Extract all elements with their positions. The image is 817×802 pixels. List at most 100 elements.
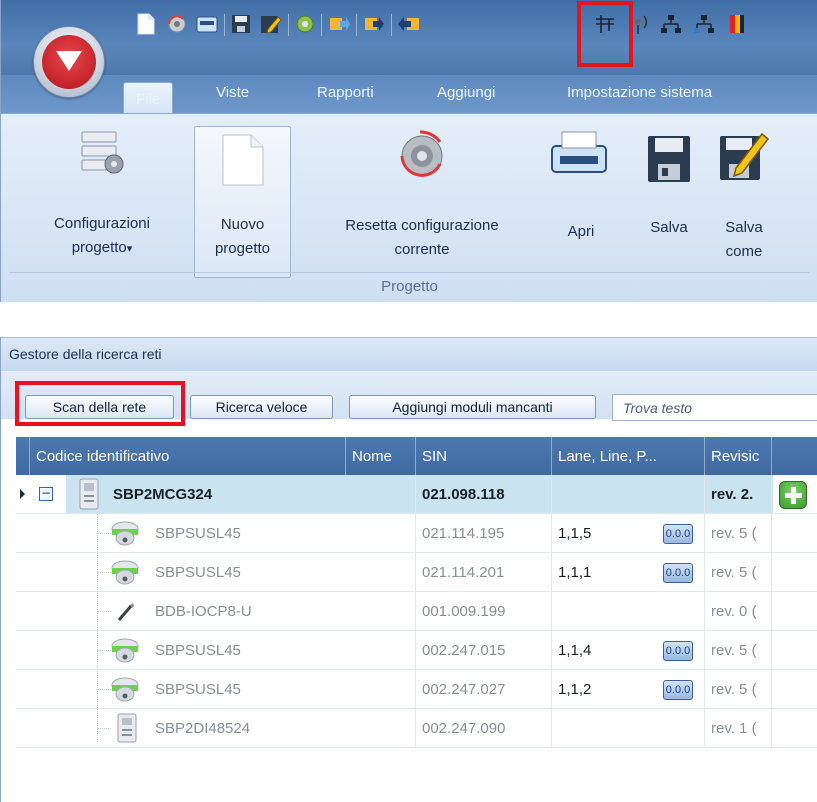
save-as-button[interactable]: Salva come bbox=[714, 128, 774, 278]
save-label: Salva bbox=[650, 219, 688, 236]
settings-icon[interactable] bbox=[293, 12, 317, 36]
add-icon[interactable] bbox=[779, 481, 807, 509]
row-revision: rev. 5 ( bbox=[705, 631, 772, 669]
save-icon[interactable] bbox=[229, 12, 253, 36]
save-icon bbox=[648, 136, 690, 182]
occupancy-sensor-icon bbox=[111, 521, 139, 546]
tab-aggiungi[interactable]: Aggiungi bbox=[437, 84, 495, 101]
row-lane bbox=[552, 709, 705, 747]
address-badge[interactable]: 0.0.0 bbox=[663, 641, 693, 661]
row-code: BDB-IOCP8-U bbox=[155, 602, 252, 620]
reset-config-button[interactable]: Resetta configurazione corrente bbox=[307, 128, 537, 278]
chevron-down-icon: ▾ bbox=[126, 243, 133, 255]
row-sin: 002.247.090 bbox=[416, 709, 552, 747]
open-icon bbox=[551, 131, 607, 173]
column-header-lane[interactable]: Lane, Line, P... bbox=[552, 437, 705, 475]
address-badge[interactable]: 0.0.0 bbox=[663, 563, 693, 583]
row-name bbox=[346, 475, 416, 513]
add-missing-modules-button[interactable]: Aggiungi moduli mancanti bbox=[349, 395, 596, 419]
address-badge[interactable]: 0.0.0 bbox=[663, 680, 693, 700]
row-revision: rev. 5 ( bbox=[705, 553, 772, 591]
quick-access-toolbar bbox=[1, 0, 817, 75]
save-as-label-1: Salva bbox=[725, 219, 763, 236]
row-name bbox=[346, 553, 416, 591]
table-row[interactable]: SBPSUSL45 021.114.195 1,1,5 0.0.0 rev. 5… bbox=[16, 514, 817, 553]
ribbon-group-label: Progetto bbox=[381, 278, 438, 295]
row-sin: 002.247.027 bbox=[416, 670, 552, 708]
quick-search-button[interactable]: Ricerca veloce bbox=[190, 395, 333, 419]
collapse-icon[interactable]: − bbox=[39, 487, 53, 501]
logo-icon bbox=[56, 51, 82, 71]
topology-icon[interactable] bbox=[659, 12, 683, 36]
column-header-revision[interactable]: Revisic bbox=[705, 437, 772, 475]
row-code: SBP2MCG324 bbox=[113, 485, 213, 503]
row-revision: rev. 2. bbox=[705, 475, 772, 513]
project-config-label-1: Configurazioni bbox=[54, 215, 150, 232]
reset-config-icon bbox=[400, 130, 443, 177]
search-input[interactable]: Trova testo bbox=[612, 394, 817, 421]
new-document-icon[interactable] bbox=[134, 12, 158, 36]
import-export-icon[interactable] bbox=[397, 12, 421, 36]
project-config-button[interactable]: Configurazioni progetto▾ bbox=[31, 128, 173, 278]
tab-impostazione-sistema[interactable]: Impostazione sistema bbox=[567, 84, 712, 101]
project-config-label-2: progetto bbox=[71, 239, 127, 256]
open-icon[interactable] bbox=[195, 12, 219, 36]
row-sin: 021.114.195 bbox=[416, 514, 552, 552]
save-button[interactable]: Salva bbox=[639, 128, 699, 278]
reset-config-label-1: Resetta configurazione bbox=[345, 217, 499, 234]
row-code: SBPSUSL45 bbox=[155, 641, 241, 659]
ribbon-window: File Viste Rapporti Aggiungi Impostazion… bbox=[0, 0, 817, 302]
ribbon-tabs: File Viste Rapporti Aggiungi Impostazion… bbox=[1, 75, 817, 118]
column-header-name[interactable]: Nome bbox=[346, 437, 416, 475]
app-menu-button[interactable] bbox=[33, 26, 105, 98]
open-button[interactable]: Apri bbox=[551, 128, 611, 278]
row-sin: 001.009.199 bbox=[416, 592, 552, 630]
import-icon[interactable] bbox=[327, 12, 351, 36]
table-row[interactable]: − SBP2MCG324 021.098.118 rev. 2. bbox=[16, 475, 817, 514]
row-name bbox=[346, 592, 416, 630]
scan-button-highlight bbox=[15, 381, 185, 426]
table-row[interactable]: SBPSUSL45 002.247.027 1,1,2 0.0.0 rev. 5… bbox=[16, 670, 817, 709]
network-search-window: Gestore della ricerca reti Scan della re… bbox=[0, 337, 817, 802]
row-code: SBP2DI48524 bbox=[155, 719, 251, 737]
row-code: SBPSUSL45 bbox=[155, 524, 241, 542]
reset-config-icon[interactable] bbox=[165, 12, 189, 36]
export-icon[interactable] bbox=[362, 12, 386, 36]
window-title: Gestore della ricerca reti bbox=[1, 337, 817, 371]
row-sin: 002.247.015 bbox=[416, 631, 552, 669]
din-module-icon bbox=[117, 713, 137, 743]
column-header-sin[interactable]: SIN bbox=[416, 437, 552, 475]
occupancy-sensor-icon bbox=[111, 638, 139, 663]
row-name bbox=[346, 631, 416, 669]
save-as-label-2: come bbox=[725, 243, 763, 260]
new-document-icon bbox=[222, 134, 263, 186]
row-lane bbox=[552, 592, 705, 630]
reset-config-label-2: corrente bbox=[394, 241, 450, 258]
ribbon-panel: Configurazioni progetto▾ Nuovo progetto bbox=[1, 113, 817, 302]
topology-alt-icon[interactable] bbox=[692, 12, 716, 36]
color-icon[interactable] bbox=[725, 12, 749, 36]
new-project-label-2: progetto bbox=[214, 240, 271, 257]
column-header-code[interactable]: Codice identificativo bbox=[30, 437, 346, 475]
open-label: Apri bbox=[567, 223, 595, 240]
table-row[interactable]: BDB-IOCP8-U 001.009.199 rev. 0 ( bbox=[16, 592, 817, 631]
tab-viste[interactable]: Viste bbox=[216, 84, 249, 101]
row-revision: rev. 1 ( bbox=[705, 709, 772, 747]
row-name bbox=[346, 709, 416, 747]
table-row[interactable]: SBP2DI48524 002.247.090 rev. 1 ( bbox=[16, 709, 817, 748]
row-lane bbox=[552, 475, 705, 513]
address-badge[interactable]: 0.0.0 bbox=[663, 524, 693, 544]
row-revision: rev. 5 ( bbox=[705, 514, 772, 552]
occupancy-sensor-icon bbox=[111, 560, 139, 585]
row-sin: 021.098.118 bbox=[416, 475, 552, 513]
table-row[interactable]: SBPSUSL45 021.114.201 1,1,1 0.0.0 rev. 5… bbox=[16, 553, 817, 592]
row-name bbox=[346, 670, 416, 708]
network-scan-highlight bbox=[577, 1, 633, 67]
table-row[interactable]: SBPSUSL45 002.247.015 1,1,4 0.0.0 rev. 5… bbox=[16, 631, 817, 670]
tab-rapporti[interactable]: Rapporti bbox=[317, 84, 374, 101]
grid-header: Codice identificativo Nome SIN Lane, Lin… bbox=[16, 437, 817, 475]
row-revision: rev. 0 ( bbox=[705, 592, 772, 630]
new-project-button[interactable]: Nuovo progetto bbox=[194, 126, 291, 278]
row-revision: rev. 5 ( bbox=[705, 670, 772, 708]
save-as-icon[interactable] bbox=[259, 12, 283, 36]
